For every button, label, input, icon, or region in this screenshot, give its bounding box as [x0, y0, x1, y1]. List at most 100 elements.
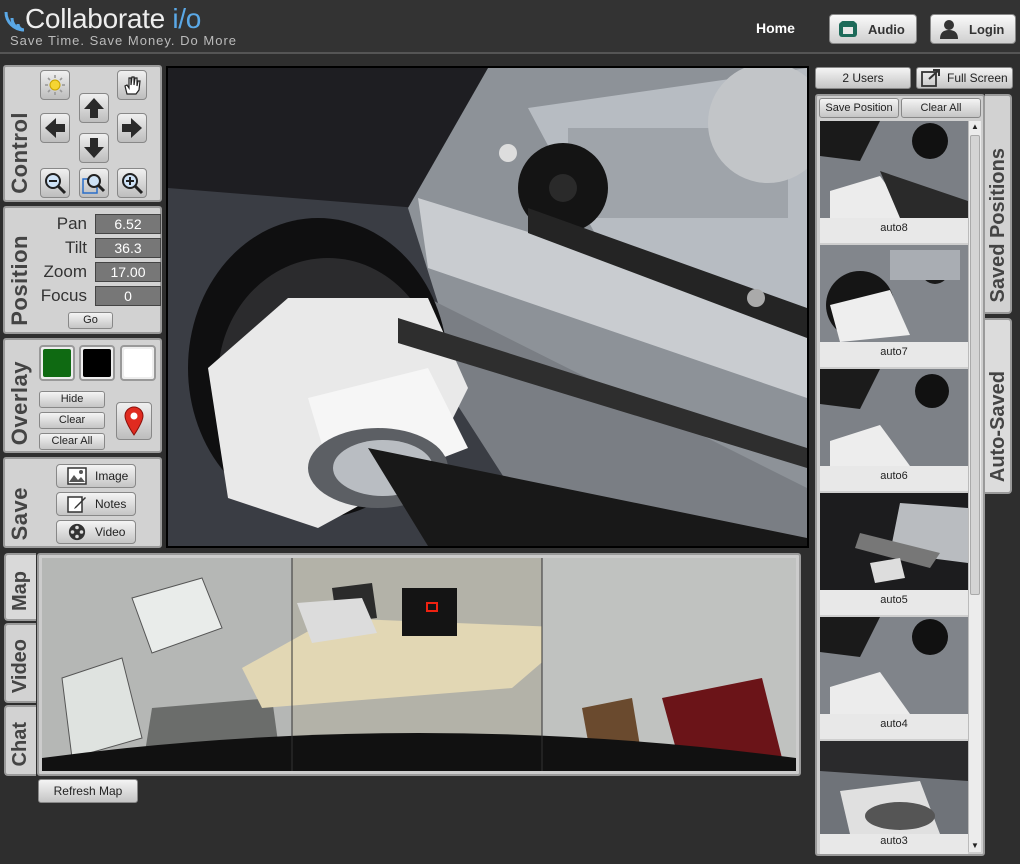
tab-map[interactable]: Map — [4, 553, 36, 621]
fullscreen-label: Full Screen — [947, 71, 1008, 85]
zoom-value[interactable]: 17.00 — [95, 262, 161, 282]
tab-video[interactable]: Video — [4, 623, 36, 703]
logo-suffix-text: i/o — [172, 3, 202, 34]
control-panel: Control — [3, 65, 162, 202]
scrollbar-thumb[interactable] — [970, 135, 980, 595]
room-panorama — [42, 558, 796, 771]
thumbnail-auto3[interactable]: auto3 — [820, 741, 968, 854]
overlay-color-black[interactable] — [79, 345, 115, 381]
thumbnail-image — [820, 493, 968, 590]
notes-icon — [67, 496, 86, 513]
zoom-area-button[interactable] — [79, 168, 109, 198]
thumbnail-auto4[interactable]: auto4 — [820, 617, 968, 739]
fullscreen-button[interactable]: Full Screen — [916, 67, 1013, 89]
position-panel: Position Pan 6.52 Tilt 36.3 Zoom 17.00 F… — [3, 206, 162, 334]
save-notes-button[interactable]: Notes — [56, 492, 136, 516]
tab-saved-positions-label: Saved Positions — [987, 147, 1009, 303]
go-button[interactable]: Go — [68, 312, 113, 329]
brightness-button[interactable] — [40, 70, 70, 100]
arrow-right-icon — [122, 118, 142, 138]
map-pin-button[interactable] — [116, 402, 152, 440]
tab-auto-saved[interactable]: Auto-Saved — [985, 318, 1012, 494]
hide-overlay-button[interactable]: Hide — [39, 391, 105, 408]
focus-value[interactable]: 0 — [95, 286, 161, 306]
thumbnails-scrollbar[interactable]: ▲ ▼ — [968, 121, 981, 852]
thumbnail-caption: auto5 — [880, 594, 908, 606]
pan-hand-button[interactable] — [117, 70, 147, 100]
refresh-map-button[interactable]: Refresh Map — [38, 779, 138, 803]
tilt-down-button[interactable] — [79, 133, 109, 163]
pan-row: Pan 6.52 — [35, 213, 161, 235]
pan-left-button[interactable] — [40, 113, 70, 143]
save-notes-label: Notes — [95, 497, 127, 511]
control-title: Control — [7, 112, 32, 194]
overlay-title: Overlay — [7, 360, 32, 445]
zoom-in-icon — [122, 173, 144, 195]
pan-right-button[interactable] — [117, 113, 147, 143]
zoom-out-button[interactable] — [40, 168, 70, 198]
clear-overlay-button[interactable]: Clear — [39, 412, 105, 429]
save-image-button[interactable]: Image — [56, 464, 136, 488]
tab-chat-label: Chat — [9, 721, 31, 766]
position-title: Position — [7, 235, 32, 326]
save-panel: Save Image Notes Video — [3, 457, 162, 548]
zoom-row: Zoom 17.00 — [35, 261, 161, 283]
clear-all-positions-button[interactable]: Clear All — [901, 98, 981, 118]
thumbnail-caption: auto8 — [880, 222, 908, 234]
save-video-label: Video — [95, 525, 126, 539]
film-reel-icon — [68, 523, 86, 541]
audio-button[interactable]: Audio — [829, 14, 917, 44]
tab-video-label: Video — [9, 638, 31, 693]
thumbnail-image — [820, 369, 968, 466]
thumbnail-caption: auto4 — [880, 718, 908, 730]
save-title: Save — [7, 486, 32, 540]
tagline: Save Time. Save Money. Do More — [10, 33, 238, 48]
thumbnail-auto5[interactable]: auto5 — [820, 493, 968, 615]
tab-chat[interactable]: Chat — [4, 705, 36, 776]
header-bar: Collaborate i/o Save Time. Save Money. D… — [0, 0, 1020, 54]
arrow-left-icon — [45, 118, 65, 138]
users-button[interactable]: 2 Users — [815, 67, 911, 89]
thumbnail-caption: auto6 — [880, 470, 908, 482]
tilt-value[interactable]: 36.3 — [95, 238, 161, 258]
thumbnail-caption: auto3 — [880, 835, 908, 847]
image-icon — [67, 467, 87, 485]
save-video-button[interactable]: Video — [56, 520, 136, 544]
panorama-image — [42, 558, 796, 771]
hand-pan-icon — [124, 76, 141, 95]
black-swatch — [83, 349, 111, 377]
thumbnail-auto6[interactable]: auto6 — [820, 369, 968, 491]
phone-icon — [839, 21, 857, 37]
tilt-up-button[interactable] — [79, 93, 109, 123]
thumbnail-auto7[interactable]: auto7 — [820, 245, 968, 367]
logo-main-text: Collaborate — [25, 3, 165, 34]
clear-all-overlay-button[interactable]: Clear All — [39, 433, 105, 450]
white-swatch — [124, 349, 152, 377]
panorama-map[interactable] — [37, 553, 801, 776]
nav-home-link[interactable]: Home — [756, 20, 795, 36]
overlay-color-white[interactable] — [120, 345, 156, 381]
pan-label: Pan — [56, 214, 87, 233]
thumbnail-auto8[interactable]: auto8 — [820, 121, 968, 243]
app-logo[interactable]: Collaborate i/o — [25, 3, 201, 35]
brightness-icon — [45, 75, 65, 95]
focus-row: Focus 0 — [35, 285, 161, 307]
login-button[interactable]: Login — [930, 14, 1016, 44]
tilt-row: Tilt 36.3 — [35, 237, 161, 259]
scroll-down-arrow-icon[interactable]: ▼ — [970, 841, 980, 851]
pan-value[interactable]: 6.52 — [95, 214, 161, 234]
zoom-in-button[interactable] — [117, 168, 147, 198]
thumbnail-caption: auto7 — [880, 346, 908, 358]
overlay-color-green[interactable] — [39, 345, 75, 381]
thumbnail-image — [820, 245, 968, 342]
save-position-button[interactable]: Save Position — [819, 98, 899, 118]
tab-map-label: Map — [9, 571, 31, 611]
audio-label: Audio — [868, 21, 905, 37]
camera-video-feed[interactable] — [166, 66, 809, 548]
wifi-logo-icon — [4, 11, 25, 32]
focus-label: Focus — [40, 286, 87, 305]
tab-saved-positions[interactable]: Saved Positions — [985, 94, 1012, 314]
scroll-up-arrow-icon[interactable]: ▲ — [970, 122, 980, 132]
zoom-label: Zoom — [43, 262, 87, 281]
arrow-down-icon — [84, 138, 104, 158]
